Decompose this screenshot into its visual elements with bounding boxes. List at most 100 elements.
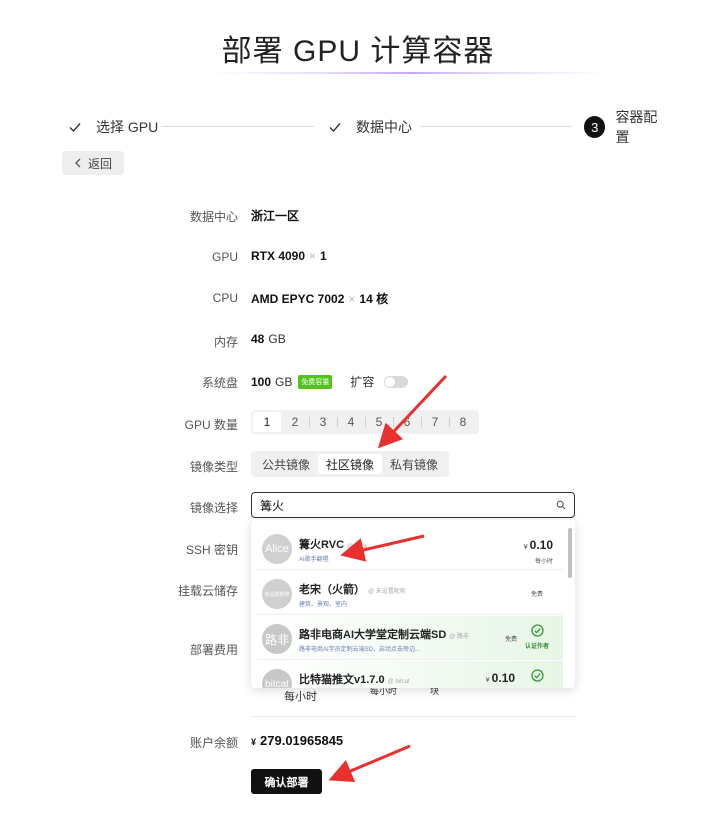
gpu-model: RTX 4090	[251, 249, 306, 263]
item-title: 路非电商AI大学堂定制云端SD	[299, 629, 447, 641]
balance-value: ¥ 279.01965845	[251, 733, 343, 748]
item-price: ¥0.10	[524, 538, 553, 552]
item-price: ¥0.10	[486, 671, 515, 685]
arrow-to-deploy-button	[328, 744, 411, 783]
gpu-count-option[interactable]: 7	[421, 412, 449, 432]
step-container-config: 3 容器配置	[584, 109, 670, 145]
disk-unit: GB	[275, 374, 293, 389]
item-title: 比特猫推文v1.7.0	[299, 674, 385, 686]
gpu-count: 1	[320, 249, 327, 263]
cloud-storage-label: 挂载云储存	[177, 584, 238, 598]
item-free-label: 免费	[530, 592, 543, 598]
item-author: @ 路非	[449, 634, 470, 640]
item-description: AI歌手翻唱	[299, 557, 329, 563]
step-connector	[162, 126, 314, 127]
gpu-count-option[interactable]: 3	[309, 412, 337, 432]
currency-symbol: ¥	[251, 737, 257, 747]
item-name: 比特猫推文v1.7.0 @ bitcat	[299, 671, 410, 687]
deploy-fee-label: 部署费用	[189, 643, 238, 657]
dropdown-item-bitcat[interactable]: bitcat 比特猫推文v1.7.0 @ bitcat ¥0.10	[257, 661, 563, 688]
page-title: 部署 GPU 计算容器	[221, 35, 495, 68]
gpu-label: GPU	[211, 250, 238, 264]
back-button-label: 返回	[87, 156, 112, 171]
item-author: @ 未设置昵称	[368, 589, 406, 595]
multiply-sign: ×	[309, 249, 317, 263]
image-select-label: 镜像选择	[189, 501, 238, 515]
image-search-value: 篝火	[260, 498, 285, 513]
stepper: 选择 GPU 数据中心 3 容器配置	[64, 109, 670, 145]
certified-author-badge: 认证作者	[519, 624, 555, 650]
avatar: 路非	[262, 624, 292, 654]
item-free-label: 免费	[504, 637, 517, 643]
chevron-left-icon	[75, 158, 81, 168]
datacenter-label: 数据中心	[189, 210, 238, 224]
datacenter-value: 浙江一区	[251, 207, 299, 224]
certified-author-badge	[519, 669, 555, 685]
currency-symbol: ¥	[485, 677, 490, 684]
cpu-count: 14 核	[359, 292, 389, 306]
item-name: 老宋（火箭） @ 未设置昵称	[299, 581, 406, 597]
avatar: 未设置昵称	[262, 579, 292, 609]
item-name: 路非电商AI大学堂定制云端SD @ 路非	[299, 626, 469, 642]
gpu-count-option[interactable]: 5	[365, 412, 393, 432]
gpu-count-selector: 1 2 3 4 5 6 7 8	[251, 410, 479, 434]
expand-label: 扩容	[350, 375, 375, 389]
step-label: 数据中心	[356, 119, 412, 135]
tab-private-image[interactable]: 私有镜像	[382, 454, 446, 474]
datacenter-text: 浙江一区	[251, 209, 300, 223]
gpu-count-option[interactable]: 8	[449, 412, 477, 432]
gpu-count-label: GPU 数量	[184, 418, 238, 432]
step-connector	[420, 126, 572, 127]
image-dropdown: Alice 篝火RVC @ Alice AI歌手翻唱 ¥0.10 每小时 未设置昵…	[251, 520, 575, 688]
price-value: 0.10	[491, 671, 515, 685]
step-label: 容器配置	[615, 109, 658, 145]
gpu-count-option[interactable]: 4	[337, 412, 365, 432]
cpu-label: CPU	[212, 291, 238, 305]
gpu-value: RTX 4090 × 1	[251, 249, 327, 263]
disk-amount: 100	[251, 374, 272, 389]
tab-public-image[interactable]: 公共镜像	[254, 454, 318, 474]
avatar: Alice	[262, 534, 292, 564]
dropdown-item-bonfire-rvc[interactable]: Alice 篝火RVC @ Alice AI歌手翻唱 ¥0.10 每小时	[257, 526, 563, 570]
image-type-label: 镜像类型	[189, 460, 238, 474]
balance-amount: 279.01965845	[260, 733, 344, 748]
cpu-model: AMD EPYC 7002	[251, 291, 345, 306]
image-type-selector: 公共镜像 社区镜像 私有镜像	[251, 451, 450, 477]
memory-label: 内存	[213, 335, 238, 349]
divider	[251, 716, 575, 717]
dropdown-item-lufei[interactable]: 路非 路非电商AI大学堂定制云端SD @ 路非 路非电商AI学员定制云端SD，启动…	[257, 616, 563, 660]
balance-label: 账户余额	[189, 736, 238, 750]
tab-community-image[interactable]: 社区镜像	[318, 454, 383, 474]
fee-per-hour: 每小时	[284, 691, 317, 703]
free-capacity-badge: 免费容量	[298, 374, 333, 389]
system-disk-value: 100 GB 免费容量 扩容	[251, 373, 409, 390]
dropdown-scrollbar[interactable]	[568, 528, 572, 578]
step-datacenter[interactable]: 数据中心	[328, 115, 412, 139]
avatar: bitcat	[262, 669, 292, 688]
image-search-input[interactable]: 篝火	[251, 492, 575, 518]
memory-amount: 48	[251, 332, 265, 346]
system-disk-label: 系统盘	[201, 376, 238, 390]
gpu-count-option[interactable]: 6	[393, 412, 421, 432]
item-per-hour: 每小时	[534, 559, 553, 565]
step-number-badge: 3	[584, 116, 606, 138]
check-circle-icon	[530, 669, 544, 682]
title-underline	[210, 72, 610, 74]
cpu-value: AMD EPYC 7002 × 14 核	[251, 290, 388, 307]
item-name: 篝火RVC @ Alice	[299, 536, 367, 552]
check-icon	[329, 123, 341, 133]
item-author: @ Alice	[347, 544, 368, 550]
currency-symbol: ¥	[523, 544, 528, 551]
gpu-count-option[interactable]: 2	[281, 412, 309, 432]
back-button[interactable]: 返回	[62, 151, 124, 175]
check-circle-icon	[530, 624, 544, 637]
item-description: 路非电商AI学员定制云端SD，启动点击旁边...	[299, 647, 421, 653]
item-author: @ bitcat	[387, 679, 410, 685]
step-select-gpu[interactable]: 选择 GPU	[68, 115, 158, 139]
gpu-count-option[interactable]: 1	[253, 412, 281, 432]
dropdown-item-laosong[interactable]: 未设置昵称 老宋（火箭） @ 未设置昵称 建筑、景观、室内 免费	[257, 571, 563, 615]
item-title: 篝火RVC	[299, 539, 345, 551]
search-icon	[556, 500, 566, 510]
confirm-deploy-button[interactable]: 确认部署	[251, 769, 322, 794]
expand-toggle[interactable]	[384, 375, 409, 388]
